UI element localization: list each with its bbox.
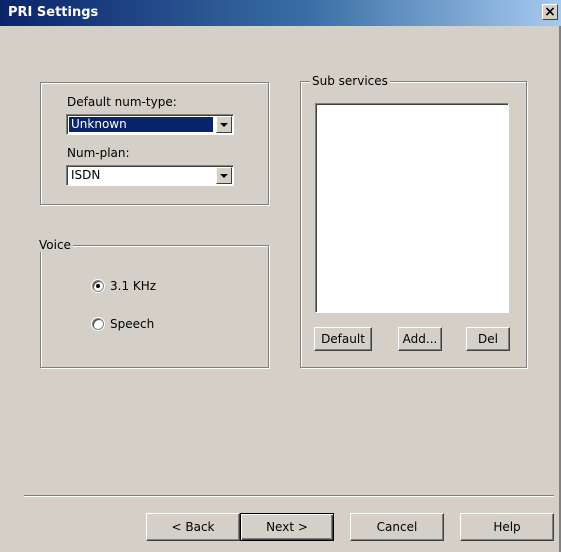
radio-3-1-khz-label: 3.1 KHz [110, 279, 157, 293]
sub-services-list[interactable] [315, 103, 509, 313]
default-num-type-value: Unknown [69, 117, 213, 132]
radio-speech[interactable]: Speech [92, 317, 154, 331]
help-button[interactable]: Help [460, 513, 554, 541]
close-button[interactable]: × [542, 4, 558, 20]
window-title: PRI Settings [8, 5, 99, 20]
default-num-type-select[interactable]: Unknown [66, 114, 234, 135]
voice-group [40, 245, 269, 368]
num-plan-dropdown-button[interactable] [216, 167, 232, 184]
sub-del-button[interactable]: Del [466, 327, 510, 351]
chevron-down-icon [220, 122, 228, 127]
next-button[interactable]: Next > [240, 513, 334, 541]
sub-add-button[interactable]: Add... [398, 327, 442, 351]
radio-button-icon [92, 280, 104, 292]
num-plan-select[interactable]: ISDN [66, 165, 234, 186]
sub-default-button[interactable]: Default [314, 327, 372, 351]
num-plan-label: Num-plan: [67, 146, 130, 160]
voice-group-label: Voice [37, 238, 73, 252]
title-bar[interactable]: PRI Settings × [0, 0, 561, 26]
close-icon: × [544, 4, 556, 20]
num-plan-value: ISDN [71, 168, 101, 182]
sub-services-group-label: Sub services [310, 74, 390, 88]
chevron-down-icon [220, 173, 228, 178]
back-button[interactable]: < Back [146, 513, 240, 541]
default-num-type-label: Default num-type: [67, 95, 177, 109]
footer-separator [24, 495, 554, 497]
radio-speech-label: Speech [110, 317, 155, 331]
default-num-type-dropdown-button[interactable] [216, 116, 232, 133]
radio-3-1-khz[interactable]: 3.1 KHz [92, 279, 156, 293]
radio-button-icon [92, 318, 104, 330]
cancel-button[interactable]: Cancel [350, 513, 444, 541]
